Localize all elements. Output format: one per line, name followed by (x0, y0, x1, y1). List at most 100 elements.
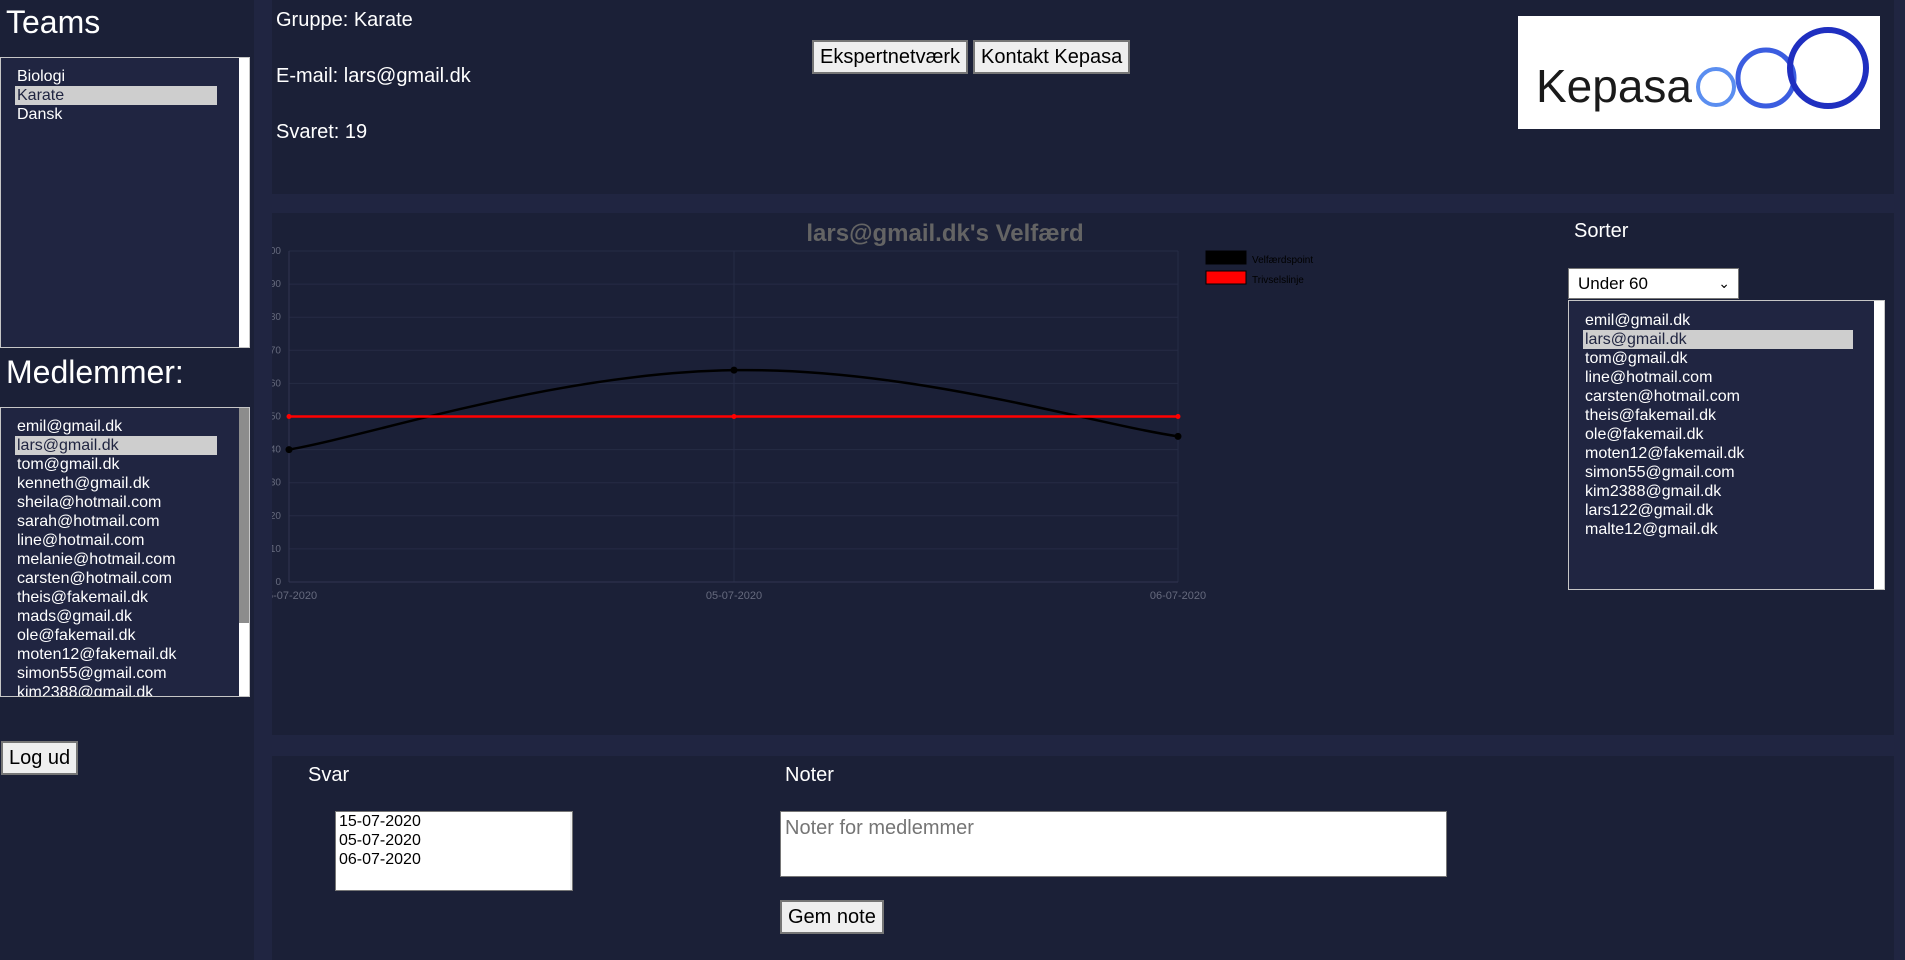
member-option[interactable]: melanie@hotmail.com (1, 550, 249, 569)
member-option[interactable]: mads@gmail.dk (1, 607, 249, 626)
sorted-member-option-label: line@hotmail.com (1585, 369, 1713, 386)
member-option[interactable]: sheila@hotmail.com (1, 493, 249, 512)
y-tick-label: 50 (272, 412, 281, 423)
chart-legend[interactable]: Velfærdspoint Trivselslinje (1205, 250, 1313, 286)
x-tick-label: 05-07-2020 (706, 590, 762, 602)
members-listbox[interactable]: emil@gmail.dk lars@gmail.dk tom@gmail.dk ke… (0, 407, 250, 697)
sorted-member-option-label: moten12@fakemail.dk (1585, 445, 1745, 462)
answer-date-option[interactable]: 06-07-2020 (336, 850, 572, 869)
member-option[interactable]: tom@gmail.dk (1, 455, 249, 474)
answer-date-option[interactable]: 15-07-2020 (336, 812, 572, 831)
teams-options: Biologi Karate Dansk (1, 58, 249, 124)
logo-circle-large (1787, 27, 1869, 109)
group-label: Gruppe: Karate (276, 9, 413, 31)
team-option[interactable]: Biologi (1, 67, 249, 86)
answers-scrollbar[interactable] (570, 812, 572, 890)
teams-scrollbar[interactable] (239, 58, 249, 347)
member-option[interactable]: sarah@hotmail.com (1, 512, 249, 531)
member-option[interactable]: theis@fakemail.dk (1, 588, 249, 607)
member-option[interactable]: simon55@gmail.com (1, 664, 249, 683)
notes-input[interactable] (780, 811, 1447, 877)
sort-filter-value: Under 60 (1578, 274, 1648, 293)
team-option-label: Dansk (17, 106, 63, 123)
sort-filter-select[interactable]: Under 60 ⌄ (1568, 268, 1739, 299)
answers-listbox[interactable]: 15-07-2020 05-07-2020 06-07-2020 (335, 811, 573, 891)
sorted-member-option[interactable]: lars@gmail.dk (1569, 330, 1884, 349)
chart-title: lars@gmail.dk's Velfærd (806, 220, 1084, 247)
member-option[interactable]: moten12@fakemail.dk (1, 645, 249, 664)
logo-circle-small (1696, 67, 1736, 107)
sorted-members-scrollbar[interactable] (1874, 301, 1884, 589)
legend-swatch (1205, 250, 1247, 265)
teams-heading: Teams (6, 4, 101, 40)
answer-date-option[interactable]: 05-07-2020 (336, 831, 572, 850)
sorted-member-option-label: lars122@gmail.dk (1585, 502, 1714, 519)
members-scrollbar-thumb[interactable] (239, 408, 249, 623)
sorted-member-option[interactable]: kim2388@gmail.dk (1569, 482, 1884, 501)
members-scrollbar[interactable] (239, 408, 249, 696)
x-tick-label: 06-07-2020 (1150, 590, 1206, 602)
members-options: emil@gmail.dk lars@gmail.dk tom@gmail.dk ke… (1, 408, 249, 697)
member-option[interactable]: kim2388@gmail.dk (1, 683, 249, 697)
sorted-member-option[interactable]: carsten@hotmail.com (1569, 387, 1884, 406)
member-option-label: lars@gmail.dk (15, 436, 217, 455)
sorted-member-option[interactable]: tom@gmail.dk (1569, 349, 1884, 368)
member-option-label: simon55@gmail.com (17, 665, 167, 682)
member-option[interactable]: carsten@hotmail.com (1, 569, 249, 588)
sorted-member-option[interactable]: malte12@gmail.dk (1569, 520, 1884, 539)
answers-options: 15-07-2020 05-07-2020 06-07-2020 (336, 812, 572, 869)
member-option-label: carsten@hotmail.com (17, 570, 172, 587)
expert-network-button[interactable]: Ekspertnetværk (812, 40, 969, 74)
sorted-member-option-label: tom@gmail.dk (1585, 350, 1688, 367)
member-option-label: ole@fakemail.dk (17, 627, 136, 644)
member-option[interactable]: lars@gmail.dk (1, 436, 249, 455)
series-point-1 (731, 414, 737, 419)
member-option-label: sarah@hotmail.com (17, 513, 160, 530)
series-point-1 (1175, 414, 1181, 419)
y-tick-label: 60 (272, 378, 281, 389)
sorted-member-option-label: lars@gmail.dk (1583, 330, 1853, 349)
member-option-label: tom@gmail.dk (17, 456, 120, 473)
sorted-member-option[interactable]: ole@fakemail.dk (1569, 425, 1884, 444)
x-tick-label: 15-07-2020 (272, 590, 317, 602)
member-option[interactable]: kenneth@gmail.dk (1, 474, 249, 493)
member-option[interactable]: line@hotmail.com (1, 531, 249, 550)
team-option-label: Karate (15, 86, 217, 105)
email-label: E-mail: lars@gmail.dk (276, 65, 471, 87)
sorted-member-option-label: theis@fakemail.dk (1585, 407, 1716, 424)
sorted-member-option[interactable]: theis@fakemail.dk (1569, 406, 1884, 425)
contact-kepasa-button[interactable]: Kontakt Kepasa (973, 40, 1131, 74)
series-point-0 (1174, 432, 1182, 440)
member-option[interactable]: ole@fakemail.dk (1, 626, 249, 645)
teams-listbox[interactable]: Biologi Karate Dansk (0, 57, 250, 348)
sorted-member-option-label: emil@gmail.dk (1585, 312, 1691, 329)
logo-text: Kepasa (1536, 60, 1692, 112)
team-option[interactable]: Dansk (1, 105, 249, 124)
member-option-label: sheila@hotmail.com (17, 494, 162, 511)
y-tick-label: 40 (272, 445, 281, 456)
legend-swatch (1205, 270, 1247, 285)
member-option-label: kenneth@gmail.dk (17, 475, 150, 492)
logout-button[interactable]: Log ud (1, 741, 79, 775)
answers-heading: Svar (308, 764, 350, 786)
save-note-button[interactable]: Gem note (780, 900, 884, 934)
sorted-member-option[interactable]: simon55@gmail.com (1569, 463, 1884, 482)
y-tick-label: 80 (272, 312, 281, 323)
sorted-member-option[interactable]: line@hotmail.com (1569, 368, 1884, 387)
sorted-member-option-label: carsten@hotmail.com (1585, 388, 1740, 405)
sorted-member-option[interactable]: moten12@fakemail.dk (1569, 444, 1884, 463)
sorted-member-option[interactable]: emil@gmail.dk (1569, 311, 1884, 330)
member-option-label: kim2388@gmail.dk (17, 684, 154, 697)
kepasa-logo-graphic: Kepasa (1536, 27, 1869, 112)
chevron-down-icon: ⌄ (1718, 275, 1730, 291)
members-heading: Medlemmer: (6, 354, 184, 390)
member-option[interactable]: emil@gmail.dk (1, 417, 249, 436)
team-option[interactable]: Karate (1, 86, 249, 105)
sort-heading: Sorter (1574, 220, 1629, 242)
notes-heading: Noter (785, 764, 834, 786)
series-point-1 (286, 414, 292, 419)
sorted-members-options: emil@gmail.dk lars@gmail.dk tom@gmail.dk li… (1569, 301, 1884, 539)
sorted-member-option[interactable]: lars122@gmail.dk (1569, 501, 1884, 520)
series-point-0 (285, 446, 293, 454)
sorted-members-listbox[interactable]: emil@gmail.dk lars@gmail.dk tom@gmail.dk li… (1568, 300, 1885, 590)
